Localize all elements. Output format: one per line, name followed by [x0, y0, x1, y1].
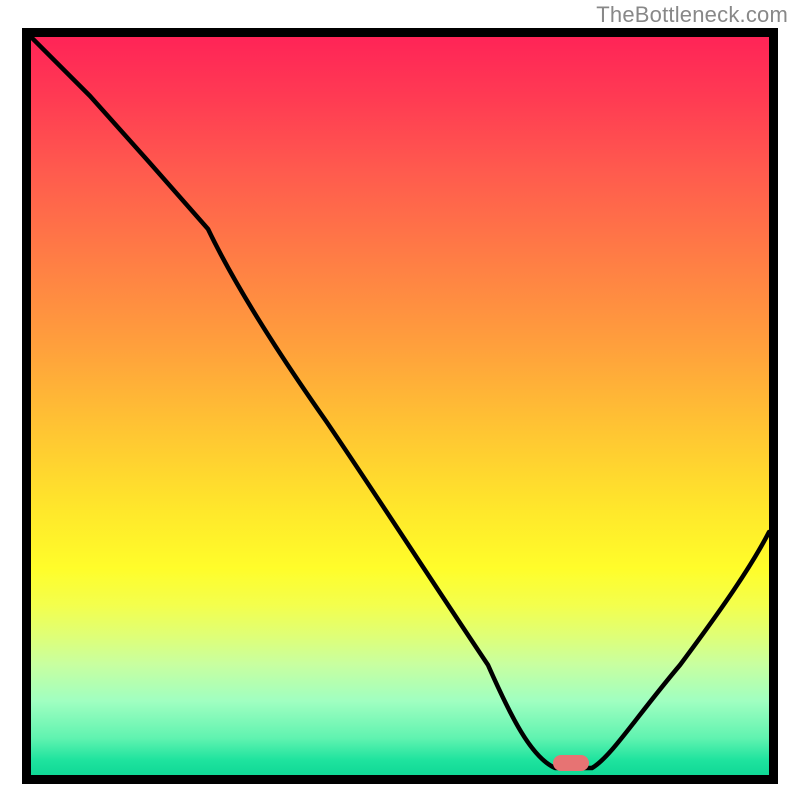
bottleneck-curve: [31, 37, 769, 775]
watermark-text: TheBottleneck.com: [596, 2, 788, 28]
chart-frame: [22, 28, 778, 784]
curve-path: [31, 37, 769, 768]
optimum-marker: [553, 755, 589, 771]
